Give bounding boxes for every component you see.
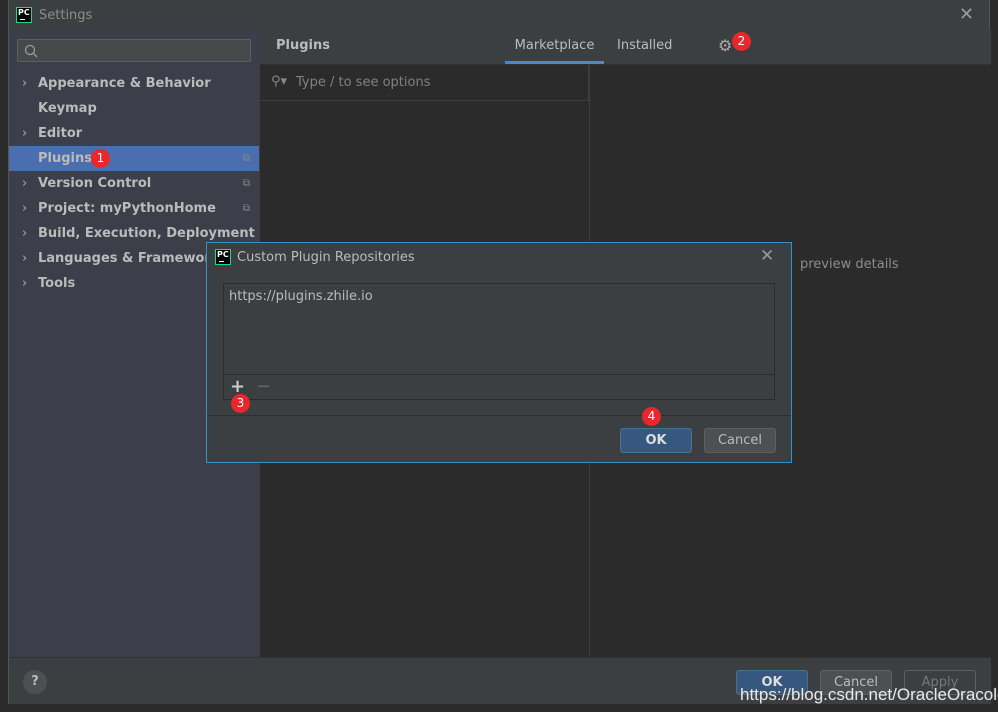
dialog-cancel-button[interactable]: Cancel (704, 428, 776, 453)
search-options-icon: ⚲▾ (271, 74, 288, 89)
tab-installed[interactable]: Installed (617, 29, 672, 64)
close-icon[interactable]: ✕ (959, 4, 974, 25)
sidebar-item-label: Plugins (38, 151, 92, 166)
dialog-ok-button[interactable]: OK (620, 428, 692, 453)
annotation-badge: 3 (231, 394, 250, 413)
chevron-right-icon: › (22, 226, 28, 241)
chevron-right-icon: › (22, 276, 28, 291)
pycharm-logo-icon: PC (16, 7, 32, 23)
sidebar-item-label: Keymap (38, 101, 97, 116)
search-placeholder: Type / to see options (296, 75, 431, 90)
repository-list: https://plugins.zhile.io + − (223, 283, 775, 400)
sidebar-item-appearance[interactable]: › Appearance & Behavior (9, 71, 259, 96)
search-icon (24, 44, 38, 58)
tab-marketplace[interactable]: Marketplace (505, 29, 604, 64)
project-scope-icon: ⧉ (242, 178, 250, 189)
watermark: https://blog.csdn.net/OracleOracolo (740, 685, 998, 704)
chevron-right-icon: › (22, 126, 28, 141)
plugin-search-input[interactable]: ⚲▾ Type / to see options (260, 65, 589, 101)
help-button[interactable]: ? (23, 670, 47, 694)
chevron-right-icon: › (22, 251, 28, 266)
sidebar-item-label: Languages & Frameworks (38, 251, 228, 266)
sidebar-item-keymap[interactable]: Keymap (9, 96, 259, 121)
annotation-badge: 2 (732, 32, 751, 51)
settings-search-input[interactable] (17, 39, 251, 62)
custom-plugin-repositories-dialog: PC Custom Plugin Repositories ✕ https://… (206, 242, 792, 463)
sidebar-item-plugins[interactable]: Plugins 1 ⧉ (9, 146, 259, 171)
plugins-header: Plugins Marketplace Installed ⚙ 2 (260, 29, 991, 65)
sidebar-item-label: Build, Execution, Deployment (38, 226, 255, 241)
remove-icon[interactable]: − (256, 376, 271, 397)
chevron-right-icon: › (22, 201, 28, 216)
sidebar-item-label: Appearance & Behavior (38, 76, 211, 91)
dialog-title: Custom Plugin Repositories (237, 250, 415, 265)
page-title: Plugins (276, 38, 330, 53)
sidebar-item-project[interactable]: › Project: myPythonHome ⧉ (9, 196, 259, 221)
chevron-right-icon: › (22, 176, 28, 191)
pycharm-logo-icon: PC (215, 249, 231, 265)
project-scope-icon: ⧉ (242, 203, 250, 214)
list-toolbar: + − (224, 374, 774, 399)
sidebar-item-version-control[interactable]: › Version Control ⧉ (9, 171, 259, 196)
sidebar-item-editor[interactable]: › Editor (9, 121, 259, 146)
sidebar-item-label: Editor (38, 126, 83, 141)
sidebar-item-label: Project: myPythonHome (38, 201, 216, 216)
sidebar-item-label: Tools (38, 276, 76, 291)
annotation-badge: 1 (91, 149, 110, 168)
dialog-divider (207, 415, 791, 416)
annotation-badge: 4 (642, 407, 661, 426)
details-hint: preview details (800, 257, 899, 272)
window-title: Settings (39, 8, 93, 23)
project-scope-icon: ⧉ (242, 153, 250, 164)
repository-item[interactable]: https://plugins.zhile.io (229, 289, 373, 304)
chevron-right-icon: › (22, 76, 28, 91)
sidebar-item-label: Version Control (38, 176, 152, 191)
gear-icon[interactable]: ⚙ (718, 36, 732, 55)
dialog-close-icon[interactable]: ✕ (760, 246, 774, 266)
